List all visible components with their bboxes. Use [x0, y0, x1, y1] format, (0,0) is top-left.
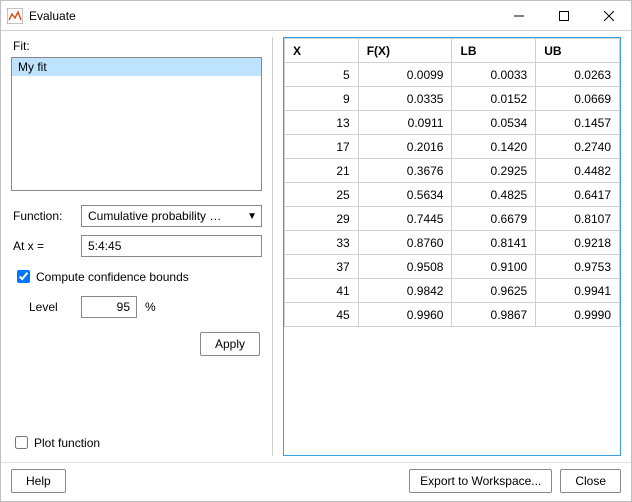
function-select-value: Cumulative probability …	[88, 209, 221, 223]
cell-fx[interactable]: 0.9842	[358, 279, 452, 303]
table-row[interactable]: 90.03350.01520.0669	[285, 87, 620, 111]
cell-fx[interactable]: 0.8760	[358, 231, 452, 255]
function-select[interactable]: Cumulative probability … ▼	[81, 205, 262, 227]
fit-listbox[interactable]: My fit	[11, 57, 262, 191]
col-header-x[interactable]: X	[285, 39, 359, 63]
cell-fx[interactable]: 0.0911	[358, 111, 452, 135]
col-header-ub[interactable]: UB	[536, 39, 620, 63]
cell-fx[interactable]: 0.9960	[358, 303, 452, 327]
table-header-row: X F(X) LB UB	[285, 39, 620, 63]
close-dialog-button[interactable]: Close	[560, 469, 621, 493]
atx-input[interactable]	[81, 235, 262, 257]
cell-x[interactable]: 41	[285, 279, 359, 303]
cell-ub[interactable]: 0.6417	[536, 183, 620, 207]
chevron-down-icon: ▼	[247, 211, 257, 222]
cell-x[interactable]: 37	[285, 255, 359, 279]
results-table[interactable]: X F(X) LB UB 50.00990.00330.026390.03350…	[283, 37, 621, 456]
window-title: Evaluate	[29, 9, 496, 23]
cell-lb[interactable]: 0.9625	[452, 279, 536, 303]
cell-ub[interactable]: 0.4482	[536, 159, 620, 183]
table-row[interactable]: 290.74450.66790.8107	[285, 207, 620, 231]
level-input[interactable]	[81, 296, 137, 318]
cell-lb[interactable]: 0.6679	[452, 207, 536, 231]
col-header-fx[interactable]: F(X)	[358, 39, 452, 63]
cell-ub[interactable]: 0.0263	[536, 63, 620, 87]
footer-bar: Help Export to Workspace... Close	[1, 462, 631, 501]
cell-ub[interactable]: 0.8107	[536, 207, 620, 231]
apply-button[interactable]: Apply	[200, 332, 260, 356]
cell-ub[interactable]: 0.0669	[536, 87, 620, 111]
function-label: Function:	[11, 209, 81, 223]
cell-fx[interactable]: 0.7445	[358, 207, 452, 231]
cell-x[interactable]: 25	[285, 183, 359, 207]
cell-lb[interactable]: 0.0152	[452, 87, 536, 111]
cell-lb[interactable]: 0.1420	[452, 135, 536, 159]
cell-x[interactable]: 33	[285, 231, 359, 255]
atx-label: At x =	[11, 239, 81, 253]
cell-lb[interactable]: 0.9867	[452, 303, 536, 327]
fit-list-item[interactable]: My fit	[12, 58, 261, 76]
compute-bounds-label[interactable]: Compute confidence bounds	[36, 270, 189, 284]
cell-x[interactable]: 9	[285, 87, 359, 111]
cell-lb[interactable]: 0.9100	[452, 255, 536, 279]
app-icon	[7, 8, 23, 24]
cell-x[interactable]: 45	[285, 303, 359, 327]
cell-lb[interactable]: 0.2925	[452, 159, 536, 183]
left-panel: Fit: My fit Function: Cumulative probabi…	[11, 37, 273, 456]
table-row[interactable]: 130.09110.05340.1457	[285, 111, 620, 135]
table-row[interactable]: 250.56340.48250.6417	[285, 183, 620, 207]
cell-lb[interactable]: 0.4825	[452, 183, 536, 207]
cell-ub[interactable]: 0.9218	[536, 231, 620, 255]
level-label: Level	[29, 300, 81, 314]
plot-function-checkbox[interactable]	[15, 436, 28, 449]
right-panel: X F(X) LB UB 50.00990.00330.026390.03350…	[283, 37, 621, 456]
maximize-button[interactable]	[541, 1, 586, 30]
cell-ub[interactable]: 0.1457	[536, 111, 620, 135]
minimize-button[interactable]	[496, 1, 541, 30]
plot-function-label[interactable]: Plot function	[34, 436, 100, 450]
table-row[interactable]: 210.36760.29250.4482	[285, 159, 620, 183]
cell-fx[interactable]: 0.2016	[358, 135, 452, 159]
cell-ub[interactable]: 0.2740	[536, 135, 620, 159]
cell-lb[interactable]: 0.8141	[452, 231, 536, 255]
cell-fx[interactable]: 0.3676	[358, 159, 452, 183]
cell-x[interactable]: 5	[285, 63, 359, 87]
table-row[interactable]: 410.98420.96250.9941	[285, 279, 620, 303]
close-button[interactable]	[586, 1, 631, 30]
col-header-lb[interactable]: LB	[452, 39, 536, 63]
title-bar: Evaluate	[1, 1, 631, 31]
cell-x[interactable]: 13	[285, 111, 359, 135]
cell-fx[interactable]: 0.0099	[358, 63, 452, 87]
cell-x[interactable]: 21	[285, 159, 359, 183]
cell-x[interactable]: 29	[285, 207, 359, 231]
table-row[interactable]: 170.20160.14200.2740	[285, 135, 620, 159]
cell-fx[interactable]: 0.9508	[358, 255, 452, 279]
cell-ub[interactable]: 0.9941	[536, 279, 620, 303]
cell-x[interactable]: 17	[285, 135, 359, 159]
table-row[interactable]: 450.99600.98670.9990	[285, 303, 620, 327]
cell-fx[interactable]: 0.0335	[358, 87, 452, 111]
percent-label: %	[145, 300, 156, 314]
help-button[interactable]: Help	[11, 469, 66, 493]
cell-lb[interactable]: 0.0033	[452, 63, 536, 87]
compute-bounds-checkbox[interactable]	[17, 270, 30, 283]
cell-ub[interactable]: 0.9753	[536, 255, 620, 279]
table-row[interactable]: 330.87600.81410.9218	[285, 231, 620, 255]
cell-lb[interactable]: 0.0534	[452, 111, 536, 135]
table-empty-area	[284, 327, 620, 455]
export-button[interactable]: Export to Workspace...	[409, 469, 552, 493]
fit-label: Fit:	[13, 39, 262, 53]
table-row[interactable]: 370.95080.91000.9753	[285, 255, 620, 279]
cell-ub[interactable]: 0.9990	[536, 303, 620, 327]
table-row[interactable]: 50.00990.00330.0263	[285, 63, 620, 87]
cell-fx[interactable]: 0.5634	[358, 183, 452, 207]
